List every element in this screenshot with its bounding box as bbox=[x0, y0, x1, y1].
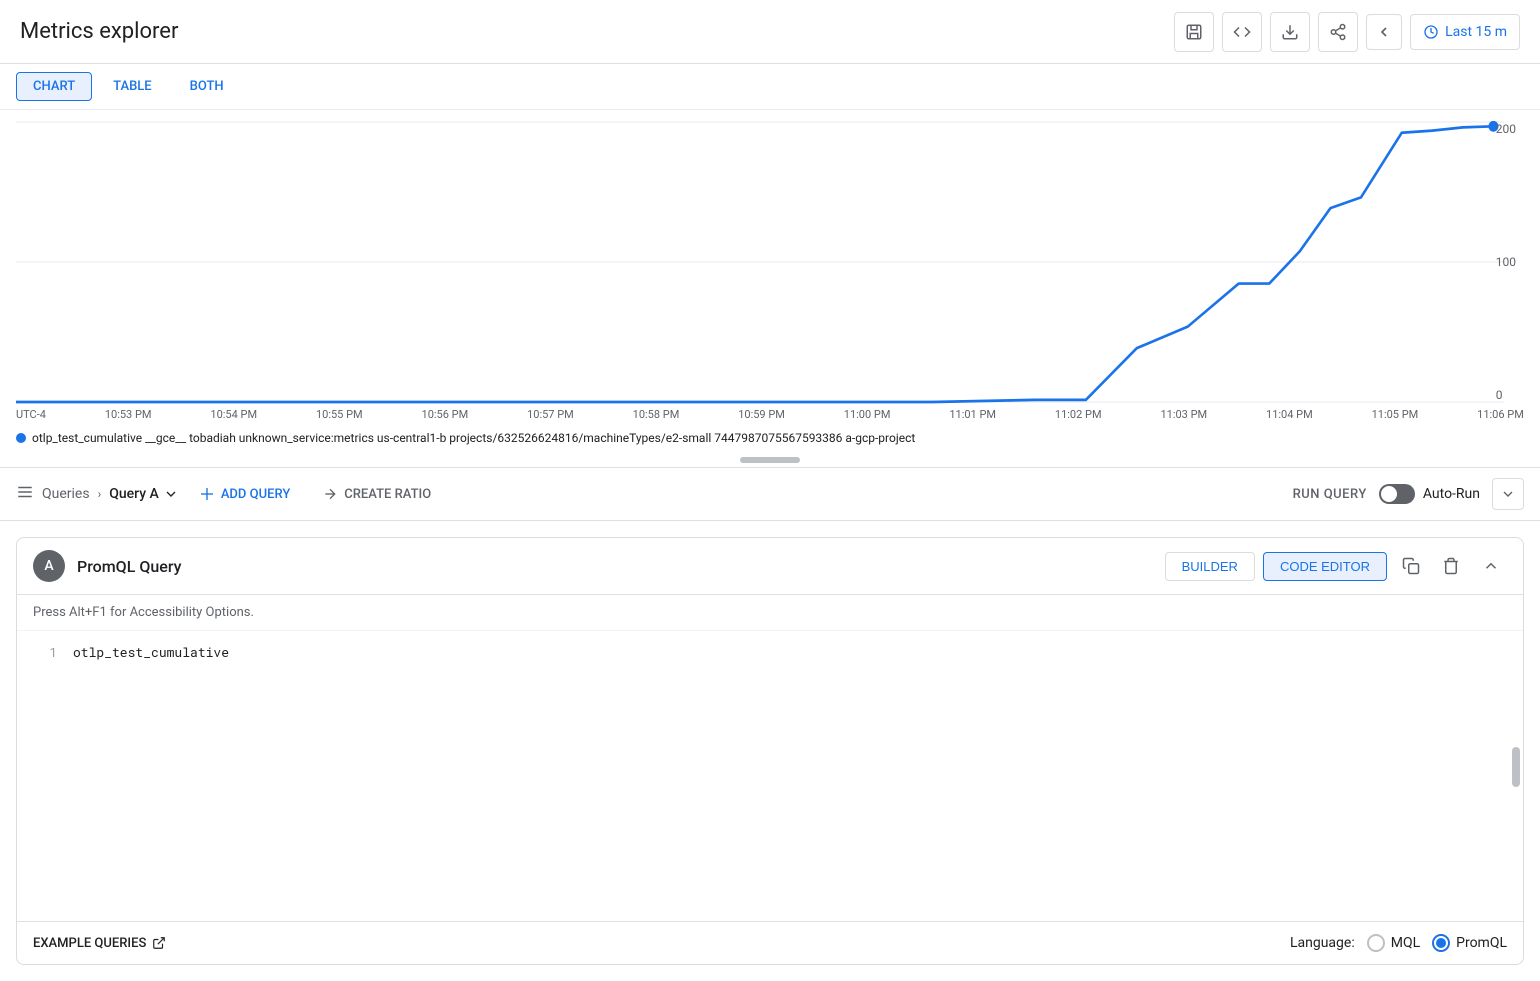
x-label-1054: 10:54 PM bbox=[210, 408, 257, 421]
x-label-1102: 11:02 PM bbox=[1055, 408, 1102, 421]
delete-button[interactable] bbox=[1435, 550, 1467, 582]
add-query-button[interactable]: ADD QUERY bbox=[187, 480, 302, 508]
example-queries-label: EXAMPLE QUERIES bbox=[33, 936, 146, 951]
tab-table[interactable]: TABLE bbox=[96, 72, 169, 101]
back-button[interactable] bbox=[1366, 14, 1402, 50]
code-editor-button[interactable]: CODE EDITOR bbox=[1263, 552, 1387, 581]
query-header-right: BUILDER CODE EDITOR bbox=[1165, 550, 1507, 582]
scrollbar-thumb[interactable] bbox=[740, 457, 800, 463]
chart-scrollbar[interactable] bbox=[16, 453, 1524, 467]
code-line-1: 1 otlp_test_cumulative bbox=[33, 639, 1493, 665]
create-ratio-button[interactable]: CREATE RATIO bbox=[310, 480, 443, 508]
language-selector: Language: MQL PromQL bbox=[1290, 934, 1507, 952]
code-editor-empty-space[interactable] bbox=[17, 791, 1523, 921]
code-lines[interactable]: 1 otlp_test_cumulative bbox=[17, 631, 1509, 791]
query-header: A PromQL Query BUILDER CODE EDITOR bbox=[17, 538, 1523, 595]
query-header-left: A PromQL Query bbox=[33, 550, 181, 582]
duplicate-button[interactable] bbox=[1395, 550, 1427, 582]
share-button[interactable] bbox=[1318, 12, 1358, 52]
example-queries-link[interactable]: EXAMPLE QUERIES bbox=[33, 936, 166, 951]
time-range-label: Last 15 m bbox=[1445, 24, 1507, 40]
queries-chevron-icon: › bbox=[98, 487, 102, 501]
chart-legend: otlp_test_cumulative __gce__ tobadiah un… bbox=[16, 425, 1524, 453]
queries-bar: Queries › Query A ADD QUERY CREATE RATIO… bbox=[0, 468, 1540, 521]
legend-text: otlp_test_cumulative __gce__ tobadiah un… bbox=[32, 431, 915, 445]
x-label-1106: 11:06 PM bbox=[1477, 408, 1524, 421]
auto-run-toggle[interactable]: Auto-Run bbox=[1379, 484, 1480, 504]
app-header: Metrics explorer Last 15 m bbox=[0, 0, 1540, 64]
x-label-utc: UTC-4 bbox=[16, 408, 46, 421]
x-label-1104: 11:04 PM bbox=[1266, 408, 1313, 421]
bottom-bar: EXAMPLE QUERIES Language: MQL PromQL bbox=[17, 921, 1523, 964]
x-label-1055: 10:55 PM bbox=[316, 408, 363, 421]
chart-x-labels: UTC-4 10:53 PM 10:54 PM 10:55 PM 10:56 P… bbox=[16, 404, 1524, 425]
accessibility-hint: Press Alt+F1 for Accessibility Options. bbox=[17, 595, 1523, 631]
query-avatar: A bbox=[33, 550, 65, 582]
x-label-1057: 10:57 PM bbox=[527, 408, 574, 421]
editor-vscroll-thumb[interactable] bbox=[1512, 747, 1520, 787]
legend-color-dot bbox=[16, 433, 26, 443]
query-editor-section: A PromQL Query BUILDER CODE EDITOR Press… bbox=[16, 537, 1524, 965]
language-label: Language: bbox=[1290, 935, 1355, 951]
tab-both[interactable]: BOTH bbox=[173, 72, 241, 101]
queries-label: Queries bbox=[42, 486, 90, 502]
promql-label: PromQL bbox=[1456, 935, 1507, 951]
chart-svg bbox=[16, 122, 1524, 402]
queries-list-icon bbox=[16, 483, 34, 505]
collapse-query-button[interactable] bbox=[1475, 550, 1507, 582]
builder-button[interactable]: BUILDER bbox=[1165, 552, 1255, 581]
collapse-button[interactable] bbox=[1492, 478, 1524, 510]
x-label-1105: 11:05 PM bbox=[1372, 408, 1419, 421]
query-selector[interactable]: Query A bbox=[109, 486, 179, 502]
queries-left: Queries › Query A ADD QUERY CREATE RATIO bbox=[16, 480, 1277, 508]
x-label-1056: 10:56 PM bbox=[422, 408, 469, 421]
x-label-1058: 10:58 PM bbox=[633, 408, 680, 421]
code-editor[interactable]: Press Alt+F1 for Accessibility Options. … bbox=[17, 595, 1523, 921]
x-label-1059: 10:59 PM bbox=[738, 408, 785, 421]
line-number-1: 1 bbox=[33, 643, 73, 661]
toggle-knob bbox=[1381, 486, 1397, 502]
query-title: PromQL Query bbox=[77, 557, 181, 576]
queries-right: RUN QUERY Auto-Run bbox=[1293, 478, 1524, 510]
page-title: Metrics explorer bbox=[20, 19, 178, 44]
chart-container: 200 100 0 bbox=[16, 122, 1524, 402]
download-button[interactable] bbox=[1270, 12, 1310, 52]
run-query-button[interactable]: RUN QUERY bbox=[1293, 487, 1367, 502]
tab-chart[interactable]: CHART bbox=[16, 72, 92, 101]
save-button[interactable] bbox=[1174, 12, 1214, 52]
time-range-button[interactable]: Last 15 m bbox=[1410, 14, 1520, 50]
promql-radio-inner bbox=[1436, 938, 1446, 948]
mql-radio-circle bbox=[1367, 934, 1385, 952]
auto-run-label: Auto-Run bbox=[1423, 486, 1480, 502]
code-button[interactable] bbox=[1222, 12, 1262, 52]
x-label-1100: 11:00 PM bbox=[844, 408, 891, 421]
create-ratio-label: CREATE RATIO bbox=[344, 487, 431, 502]
add-query-label: ADD QUERY bbox=[221, 487, 290, 502]
header-actions: Last 15 m bbox=[1174, 12, 1520, 52]
x-label-1053: 10:53 PM bbox=[105, 408, 152, 421]
promql-radio[interactable]: PromQL bbox=[1432, 934, 1507, 952]
auto-run-switch[interactable] bbox=[1379, 484, 1415, 504]
editor-scrollbar[interactable] bbox=[1509, 631, 1523, 791]
promql-radio-circle bbox=[1432, 934, 1450, 952]
x-label-1101: 11:01 PM bbox=[949, 408, 996, 421]
view-tabs-bar: CHART TABLE BOTH bbox=[0, 64, 1540, 110]
query-name: Query A bbox=[109, 486, 159, 502]
mql-radio[interactable]: MQL bbox=[1367, 934, 1420, 952]
chart-area: 200 100 0 UTC-4 10:53 PM 10:54 PM 10:55 … bbox=[0, 110, 1540, 468]
line-code-1: otlp_test_cumulative bbox=[73, 643, 229, 661]
x-label-1103: 11:03 PM bbox=[1160, 408, 1207, 421]
mql-label: MQL bbox=[1391, 935, 1420, 951]
